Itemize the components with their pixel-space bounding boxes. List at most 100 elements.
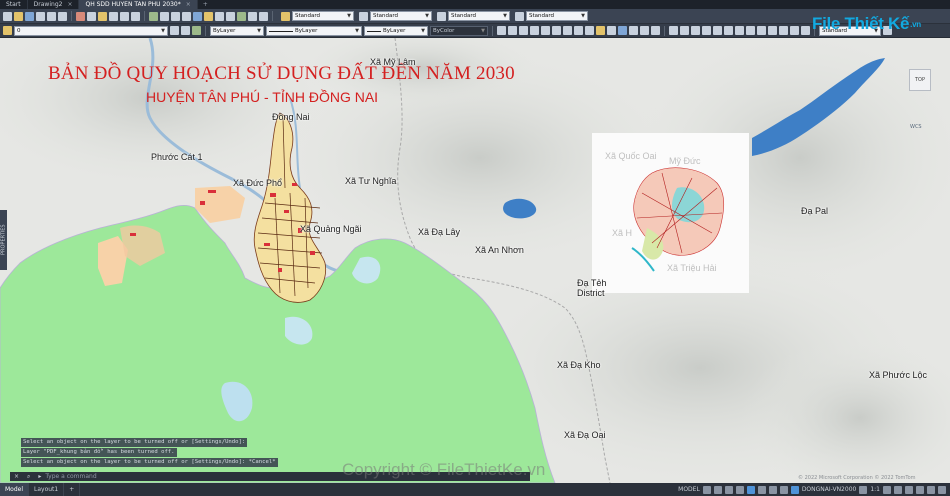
text-style-dropdown[interactable]: Standard ▼ <box>292 11 354 21</box>
save-icon[interactable] <box>25 11 34 21</box>
transparency-icon[interactable] <box>779 485 788 494</box>
zoom-window-icon[interactable] <box>171 11 180 21</box>
offset-icon[interactable] <box>702 26 711 35</box>
ellipse-icon[interactable] <box>585 26 594 35</box>
ortho-icon[interactable] <box>724 485 733 494</box>
tool-palettes-icon[interactable] <box>215 11 224 21</box>
xline-icon[interactable] <box>508 26 517 35</box>
match-properties-icon[interactable] <box>109 11 118 21</box>
fillet-icon[interactable] <box>790 26 799 35</box>
lineweight-icon[interactable] <box>768 485 777 494</box>
markup-icon[interactable] <box>237 11 246 21</box>
explode-icon[interactable] <box>801 26 810 35</box>
copy-icon[interactable] <box>87 11 96 21</box>
quickcalc-icon[interactable] <box>248 11 257 21</box>
search-icon[interactable]: ⌕ <box>27 473 30 481</box>
tab-drawing2[interactable]: Drawing2 × <box>28 0 80 9</box>
help-icon[interactable] <box>259 11 268 21</box>
annotation-scale[interactable]: 1:1 <box>870 486 880 493</box>
dim-style-dropdown[interactable]: Standard ▼ <box>370 11 432 21</box>
plotstyle-dropdown[interactable]: ByColor ▼ <box>430 25 488 36</box>
spline-icon[interactable] <box>574 26 583 35</box>
polar-icon[interactable] <box>735 485 744 494</box>
linetype-dropdown[interactable]: ByLayer ▼ <box>266 25 362 36</box>
geolocation-icon[interactable] <box>790 485 799 494</box>
cut-icon[interactable] <box>76 11 85 21</box>
add-layout-icon[interactable]: + <box>64 483 81 496</box>
close-icon[interactable]: × <box>14 473 19 480</box>
move-icon[interactable] <box>724 26 733 35</box>
model-space-toggle[interactable]: MODEL <box>678 486 700 493</box>
annotation-icon[interactable] <box>859 485 868 494</box>
zoom-realtime-icon[interactable] <box>160 11 169 21</box>
gear-icon[interactable] <box>883 485 891 494</box>
hatch-icon[interactable] <box>618 26 627 35</box>
wcs-menu[interactable]: WCS <box>910 124 922 130</box>
mtext-icon[interactable] <box>651 26 660 35</box>
properties-icon[interactable] <box>193 11 202 21</box>
layer-dropdown[interactable]: 0 ▼ <box>14 25 168 36</box>
line-icon[interactable] <box>497 26 506 35</box>
drawing-canvas[interactable]: Xã Quốc Oai Mỹ Đức Xã H Xã Triệu Hải BẢN… <box>0 38 950 483</box>
tab-model[interactable]: Model <box>0 483 30 496</box>
extend-icon[interactable] <box>779 26 788 35</box>
mirror-icon[interactable] <box>691 26 700 35</box>
paste-icon[interactable] <box>98 11 107 21</box>
array-icon[interactable] <box>713 26 722 35</box>
make-current-icon[interactable] <box>170 26 179 35</box>
design-center-icon[interactable] <box>204 11 213 21</box>
table-icon[interactable] <box>640 26 649 35</box>
erase-icon[interactable] <box>669 26 678 35</box>
new-icon[interactable] <box>3 11 12 21</box>
polyline-icon[interactable] <box>519 26 528 35</box>
layer-state-icon[interactable] <box>192 26 201 35</box>
scale-icon[interactable] <box>746 26 755 35</box>
layer-properties-icon[interactable] <box>3 26 12 35</box>
osnap-icon[interactable] <box>746 485 755 494</box>
snap-icon[interactable] <box>713 485 722 494</box>
grid-icon[interactable] <box>702 485 711 494</box>
rotate-icon[interactable] <box>735 26 744 35</box>
plus-icon[interactable] <box>894 485 902 494</box>
layer-previous-icon[interactable] <box>181 26 190 35</box>
pan-icon[interactable] <box>149 11 158 21</box>
clean-screen-icon[interactable] <box>927 485 935 494</box>
otrack-icon[interactable] <box>757 485 766 494</box>
redo-icon[interactable] <box>131 11 140 21</box>
properties-palette-tab[interactable]: PROPERTIES <box>0 210 7 270</box>
viewcube[interactable]: TOP <box>905 66 935 96</box>
insert-block-icon[interactable] <box>596 26 605 35</box>
hardware-acceleration-icon[interactable] <box>916 485 924 494</box>
command-input[interactable]: Type a command <box>45 473 96 480</box>
print-icon[interactable] <box>47 11 56 21</box>
zoom-previous-icon[interactable] <box>182 11 191 21</box>
tab-start[interactable]: Start <box>0 0 28 9</box>
tab-layout1[interactable]: Layout1 <box>29 483 65 496</box>
preview-icon[interactable] <box>58 11 67 21</box>
saveas-icon[interactable] <box>36 11 45 21</box>
table-style-dropdown[interactable]: Standard ▼ <box>448 11 510 21</box>
arc-icon[interactable] <box>552 26 561 35</box>
rectangle-icon[interactable] <box>541 26 550 35</box>
mleader-style-dropdown[interactable]: Standard ▼ <box>526 11 588 21</box>
close-icon[interactable]: × <box>186 1 191 8</box>
viewcube-top-face[interactable]: TOP <box>909 69 931 91</box>
region-icon[interactable] <box>629 26 638 35</box>
point-icon[interactable] <box>607 26 616 35</box>
menu-icon[interactable] <box>938 485 946 494</box>
isolate-icon[interactable] <box>905 485 913 494</box>
coordinate-system-label[interactable]: DONGNAI-VN2000 <box>802 486 857 493</box>
stretch-icon[interactable] <box>757 26 766 35</box>
color-dropdown[interactable]: ByLayer ▼ <box>210 25 264 36</box>
tab-qh-sdd[interactable]: QH SDD HUYEN TAN PHU 2030* × <box>79 0 198 9</box>
undo-icon[interactable] <box>120 11 129 21</box>
close-icon[interactable]: × <box>67 1 72 8</box>
trim-icon[interactable] <box>768 26 777 35</box>
lineweight-dropdown[interactable]: ByLayer ▼ <box>364 25 428 36</box>
open-icon[interactable] <box>14 11 23 21</box>
new-tab-icon[interactable]: + <box>198 0 213 9</box>
sheet-set-icon[interactable] <box>226 11 235 21</box>
polygon-icon[interactable] <box>530 26 539 35</box>
circle-icon[interactable] <box>563 26 572 35</box>
copy-object-icon[interactable] <box>680 26 689 35</box>
